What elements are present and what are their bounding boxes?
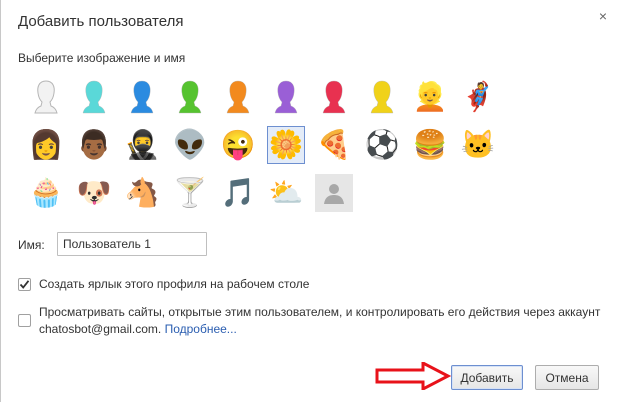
hamburger-icon: 🍔	[412, 129, 448, 160]
person-silhouette-icon	[274, 80, 298, 114]
shortcut-checkbox[interactable]	[18, 278, 31, 291]
businessman-icon: 👱	[412, 81, 448, 112]
avatar-soccer-ball[interactable]: ⚽	[363, 126, 401, 164]
avatar-generic-purple[interactable]	[267, 78, 305, 116]
person-silhouette-icon	[178, 80, 202, 114]
supervise-description: Просматривать сайты, открытые этим польз…	[39, 304, 604, 338]
person-silhouette-icon	[82, 80, 106, 114]
supervise-email: chatosbot@gmail.com.	[39, 322, 162, 336]
cat-icon: 🐱	[460, 129, 496, 160]
dialog-title: Добавить пользователя	[18, 13, 184, 30]
smiley-icon: 😜	[220, 129, 256, 160]
learn-more-link[interactable]: Подробнее...	[165, 322, 237, 336]
add-user-dialog: Добавить пользователя × Выберите изображ…	[0, 0, 617, 402]
avatar-generic-white[interactable]	[27, 78, 65, 116]
supervise-checkbox[interactable]	[18, 314, 31, 327]
avatar-dog[interactable]: 🐶	[75, 174, 113, 212]
supervise-account-line: chatosbot@gmail.com. Подробнее...	[39, 321, 604, 338]
avatar-generic-cyan[interactable]	[75, 78, 113, 116]
avatar-placeholder-photo[interactable]	[315, 174, 353, 212]
music-note-icon: 🎵	[220, 177, 256, 208]
businesswoman-icon: 👩	[28, 129, 64, 160]
avatar-ninja[interactable]: 🥷	[123, 126, 161, 164]
person-silhouette-icon	[226, 80, 250, 114]
avatar-generic-yellow[interactable]	[363, 78, 401, 116]
avatar-ninja-mask[interactable]: 🦸	[459, 78, 497, 116]
avatar-cupcake[interactable]: 🧁	[27, 174, 65, 212]
avatar-section-label: Выберите изображение и имя	[18, 51, 186, 65]
red-arrow-annotation	[375, 362, 451, 390]
ninja-mask-icon: 🦸	[460, 81, 496, 112]
avatar-pizza[interactable]: 🍕	[315, 126, 353, 164]
dog-icon: 🐶	[76, 177, 112, 208]
avatar-horse[interactable]: 🐴	[123, 174, 161, 212]
avatar-music-note[interactable]: 🎵	[219, 174, 257, 212]
user-placeholder-icon	[324, 184, 344, 204]
cancel-button[interactable]: Отмена	[535, 365, 599, 390]
add-button[interactable]: Добавить	[451, 365, 523, 390]
avatar-flower[interactable]: 🌼	[267, 126, 305, 164]
checkmark-icon	[19, 280, 30, 289]
man-dark-icon: 👨🏾	[76, 129, 112, 160]
cupcake-icon: 🧁	[28, 177, 64, 208]
avatar-generic-green[interactable]	[171, 78, 209, 116]
avatar-cocktail[interactable]: 🍸	[171, 174, 209, 212]
avatar-sun-cloud[interactable]: ⛅	[267, 174, 305, 212]
person-silhouette-icon	[322, 80, 346, 114]
sun-cloud-icon: ⛅	[268, 177, 304, 208]
person-silhouette-icon	[130, 80, 154, 114]
horse-icon: 🐴	[124, 177, 160, 208]
avatar-businessman[interactable]: 👱	[411, 78, 449, 116]
flower-icon: 🌼	[268, 129, 304, 160]
supervise-text: Просматривать сайты, открытые этим польз…	[39, 305, 601, 319]
name-label: Имя:	[18, 238, 45, 252]
alien-icon: 👽	[172, 129, 208, 160]
cocktail-icon: 🍸	[172, 177, 208, 208]
person-silhouette-icon	[370, 80, 394, 114]
avatar-businesswoman[interactable]: 👩	[27, 126, 65, 164]
avatar-cat[interactable]: 🐱	[459, 126, 497, 164]
pizza-icon: 🍕	[316, 129, 352, 160]
close-icon[interactable]: ×	[595, 8, 611, 24]
ninja-icon: 🥷	[124, 129, 160, 160]
avatar-alien[interactable]: 👽	[171, 126, 209, 164]
avatar-generic-orange[interactable]	[219, 78, 257, 116]
avatar-hamburger[interactable]: 🍔	[411, 126, 449, 164]
shortcut-label: Создать ярлык этого профиля на рабочем с…	[39, 277, 310, 291]
person-silhouette-icon	[34, 80, 58, 114]
avatar-smiley[interactable]: 😜	[219, 126, 257, 164]
soccer-ball-icon: ⚽	[364, 129, 400, 160]
avatar-generic-blue[interactable]	[123, 78, 161, 116]
name-input[interactable]	[57, 232, 207, 256]
avatar-generic-red[interactable]	[315, 78, 353, 116]
avatar-man-dark[interactable]: 👨🏾	[75, 126, 113, 164]
